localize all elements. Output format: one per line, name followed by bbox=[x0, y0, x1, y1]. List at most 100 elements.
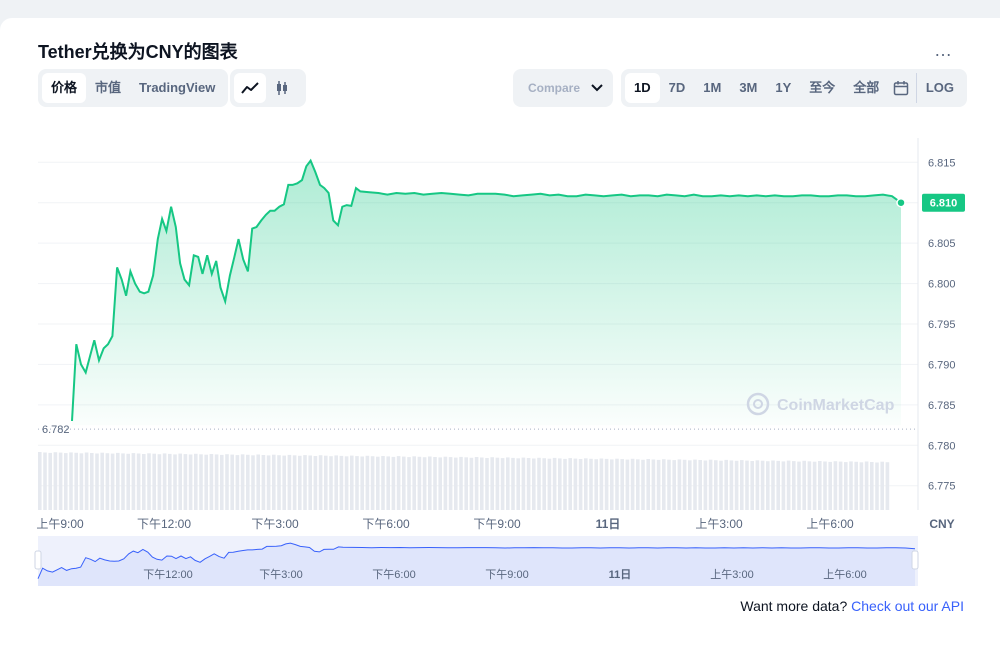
range-navigator[interactable]: 下午12:00 下午3:00 下午6:00 下午9:00 11日 上午3:00 上午6:00 bbox=[34, 536, 919, 586]
volume-bar bbox=[448, 457, 453, 510]
volume-bar bbox=[235, 455, 240, 510]
volume-bar bbox=[308, 455, 312, 510]
volume-bar bbox=[84, 452, 89, 510]
volume-bar bbox=[604, 458, 609, 510]
volume-bar bbox=[428, 456, 432, 510]
volume-bar bbox=[724, 459, 728, 510]
open-price-label: 6.782 bbox=[42, 424, 70, 436]
volume-bar bbox=[334, 455, 338, 510]
x-tick-label: 下午3:00 bbox=[251, 517, 299, 531]
volume-bar bbox=[818, 461, 822, 510]
volume-bar bbox=[833, 461, 838, 510]
volume-bar bbox=[277, 455, 281, 510]
volume-bar bbox=[157, 454, 162, 510]
volume-bar bbox=[766, 461, 770, 510]
volume-bar bbox=[828, 461, 832, 510]
volume-bar bbox=[162, 453, 167, 510]
volume-bar bbox=[178, 453, 182, 510]
volume-bar bbox=[53, 452, 58, 510]
volume-bar bbox=[74, 452, 78, 510]
navigator-tick-label: 下午6:00 bbox=[372, 568, 415, 581]
volume-bar bbox=[521, 457, 526, 510]
volume-bar bbox=[714, 460, 718, 510]
volume-bar bbox=[230, 454, 234, 510]
volume-bar bbox=[417, 456, 422, 510]
volume-bar bbox=[329, 456, 333, 510]
volume-bar bbox=[318, 455, 323, 510]
volume-bar bbox=[90, 453, 94, 510]
volume-bar bbox=[802, 460, 806, 510]
volume-bar bbox=[630, 458, 635, 510]
x-tick-label: 下午12:00 bbox=[137, 517, 191, 531]
y-tick-label: 6.800 bbox=[928, 279, 956, 291]
volume-bar bbox=[402, 456, 406, 510]
volume-bar bbox=[786, 460, 791, 510]
current-price-badge: 6.810 bbox=[922, 193, 965, 212]
volume-bar bbox=[220, 454, 224, 510]
volume-bar bbox=[677, 459, 682, 510]
price-chart[interactable]: 6.782 6.815 6.810 6.805 6.800 6.795 6.790 6.78… bbox=[0, 18, 1000, 593]
volume-bar bbox=[760, 460, 765, 510]
volume-bar bbox=[729, 460, 734, 510]
volume-bar bbox=[698, 460, 702, 510]
volume-bar bbox=[740, 460, 744, 510]
volume-bar bbox=[142, 454, 146, 510]
volume-bar bbox=[194, 453, 198, 510]
volume-bar bbox=[168, 453, 172, 510]
volume-bar bbox=[339, 455, 344, 510]
volume-bar bbox=[490, 457, 494, 510]
y-tick-label: 6.790 bbox=[928, 359, 956, 371]
navigator-tick-label: 下午12:00 bbox=[143, 568, 193, 581]
volume-bar bbox=[209, 454, 214, 510]
y-tick-label: 6.815 bbox=[928, 157, 956, 169]
volume-bar bbox=[126, 453, 130, 510]
volume-bar bbox=[568, 458, 572, 510]
navigator-tick-label: 下午9:00 bbox=[485, 568, 528, 581]
volume-bar bbox=[282, 455, 286, 510]
volume-bar bbox=[464, 457, 468, 510]
volume-bar bbox=[838, 461, 843, 510]
volume-bar bbox=[589, 458, 593, 510]
volume-bar bbox=[272, 454, 276, 510]
volume-bar bbox=[584, 458, 588, 510]
volume-bar bbox=[812, 461, 817, 510]
x-tick-label: 上午9:00 bbox=[36, 517, 84, 531]
volume-bar bbox=[147, 453, 151, 510]
volume-bar bbox=[433, 457, 437, 510]
volume-bar bbox=[391, 456, 396, 510]
volume-bar bbox=[116, 452, 120, 510]
volume-bar bbox=[443, 456, 448, 510]
y-tick-label: 6.785 bbox=[928, 400, 956, 412]
volume-bar bbox=[105, 453, 110, 510]
volume-bar bbox=[703, 460, 708, 510]
volume-bar bbox=[610, 459, 614, 510]
volume-bar bbox=[719, 460, 723, 510]
volume-bar bbox=[173, 454, 177, 510]
volume-bar bbox=[64, 453, 68, 510]
volume-bar bbox=[563, 458, 567, 510]
api-link[interactable]: Check out our API bbox=[851, 598, 964, 614]
volume-bars bbox=[38, 452, 890, 510]
volume-bar bbox=[365, 455, 370, 510]
volume-bar bbox=[823, 461, 827, 510]
volume-bar bbox=[745, 460, 749, 510]
y-tick-label: 6.775 bbox=[928, 481, 956, 493]
volume-bar bbox=[381, 456, 385, 510]
volume-bar bbox=[350, 455, 354, 510]
volume-bar bbox=[870, 462, 874, 510]
volume-bar bbox=[95, 453, 99, 510]
volume-bar bbox=[859, 462, 864, 510]
volume-bar bbox=[511, 457, 515, 510]
y-tick-label: 6.805 bbox=[928, 238, 956, 250]
navigator-handle-right[interactable] bbox=[911, 550, 919, 570]
volume-bar bbox=[620, 459, 624, 510]
volume-bar bbox=[199, 454, 203, 510]
volume-bar bbox=[110, 453, 115, 510]
api-promo-text: Want more data? bbox=[740, 598, 848, 614]
volume-bar bbox=[708, 459, 713, 510]
navigator-handle-left[interactable] bbox=[34, 550, 42, 570]
unit-label: CNY bbox=[929, 517, 954, 531]
volume-bar bbox=[58, 452, 63, 510]
volume-bar bbox=[100, 452, 104, 510]
volume-bar bbox=[776, 460, 780, 510]
